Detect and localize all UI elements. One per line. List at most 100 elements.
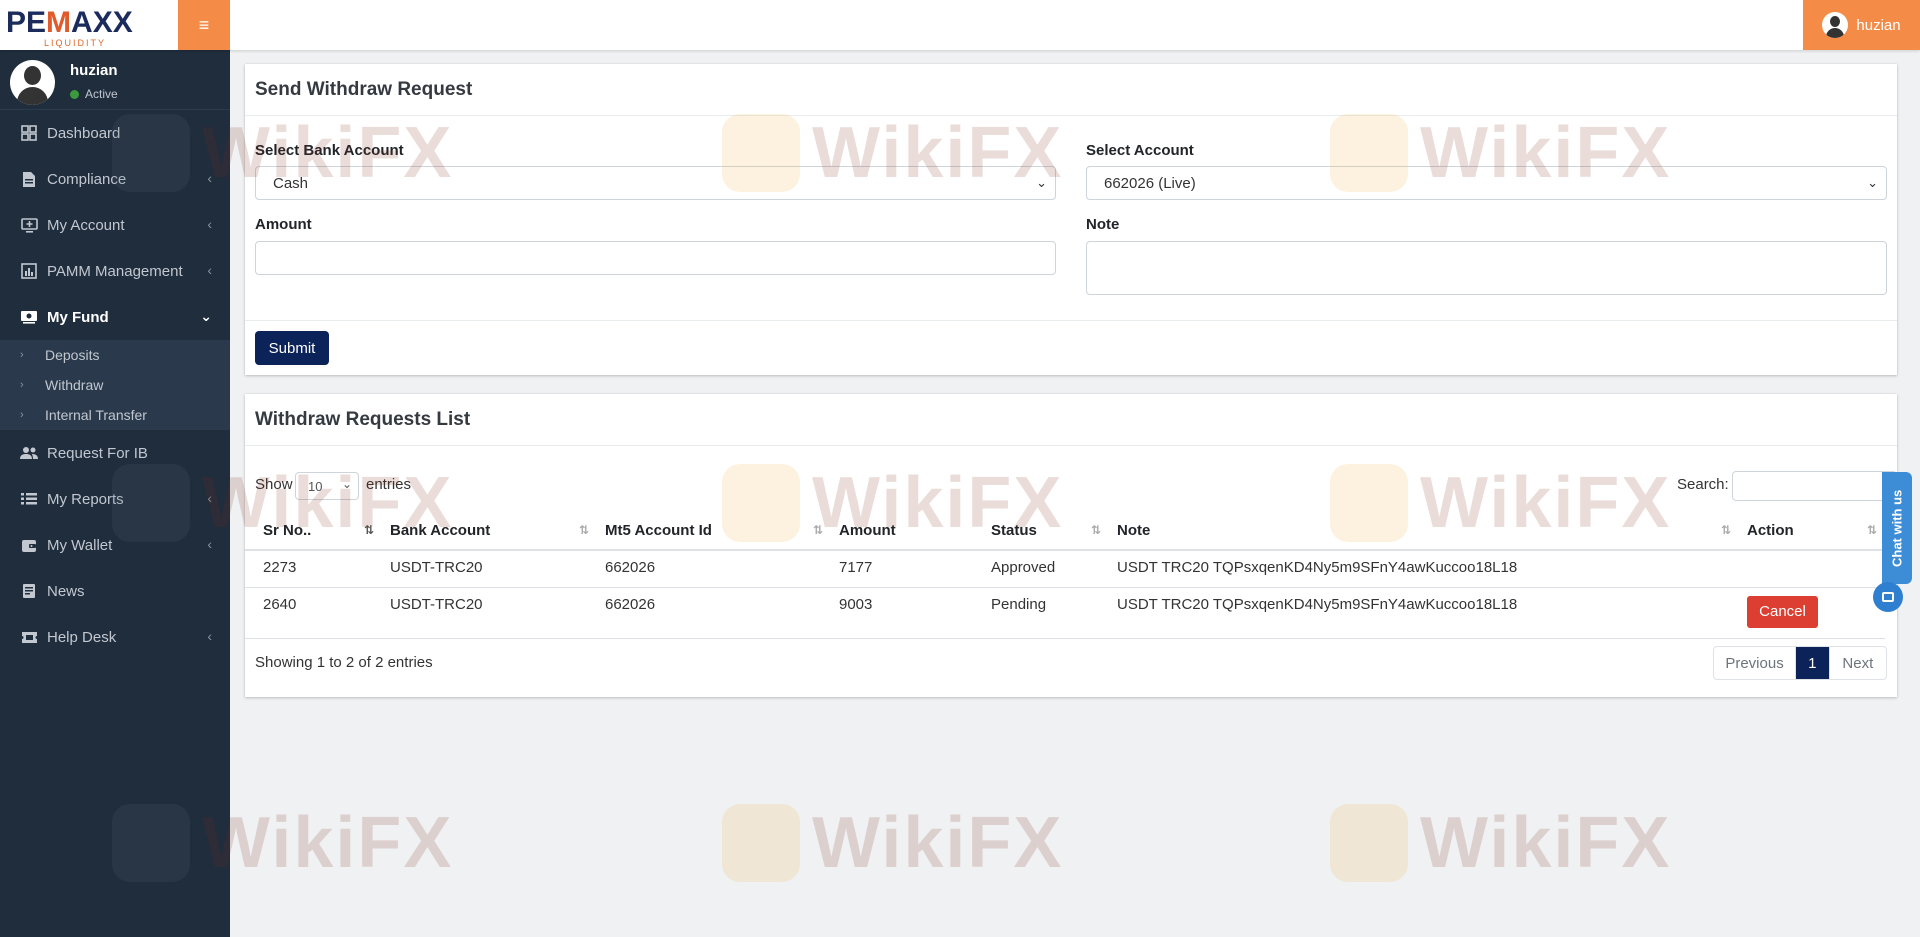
cell-bank: USDT-TRC20 <box>382 550 597 588</box>
chevron-left-icon: ‹ <box>207 170 212 186</box>
status-dot-icon <box>70 89 79 99</box>
withdraw-form-title: Send Withdraw Request <box>255 78 473 100</box>
entries-label: entries <box>366 476 412 493</box>
requests-table: Sr No.. ⇅ Bank Account ⇅ Mt5 Account Id ⇅ A… <box>245 512 1885 639</box>
user-status: Active <box>70 87 118 101</box>
sidebar-item-my-fund[interactable]: My Fund ⌄ <box>0 294 230 340</box>
avatar <box>10 60 55 105</box>
user-panel: huzian Active <box>0 50 230 110</box>
column-bank-account[interactable]: Bank Account ⇅ <box>382 512 597 551</box>
pagination-next[interactable]: Next <box>1830 647 1886 679</box>
sidebar-item-compliance[interactable]: Compliance ‹ <box>0 156 230 202</box>
cell-action <box>1739 550 1885 588</box>
chevron-left-icon: ‹ <box>207 628 212 644</box>
sidebar-item-dashboard[interactable]: Dashboard <box>0 110 230 156</box>
sidebar-item-pamm-management[interactable]: PAMM Management ‹ <box>0 248 230 294</box>
table-row: 2640 USDT-TRC20 662026 9003 Pending USDT… <box>245 587 1885 639</box>
search-label: Search: <box>1677 476 1729 493</box>
search-input[interactable] <box>1732 471 1897 501</box>
chat-bubble-button[interactable] <box>1873 582 1903 612</box>
user-menu-button[interactable]: huzian <box>1803 0 1920 50</box>
account-label: Select Account <box>1086 142 1194 159</box>
submit-button[interactable]: Submit <box>255 331 329 365</box>
watermark: WikiFX <box>722 802 1063 884</box>
cell-amount: 9003 <box>831 587 983 639</box>
menu-toggle-button[interactable]: ≡ <box>178 0 230 50</box>
table-info: Showing 1 to 2 of 2 entries <box>255 654 433 671</box>
cell-sr: 2273 <box>245 550 382 588</box>
column-status[interactable]: Status ⇅ <box>983 512 1109 551</box>
chat-icon <box>1882 592 1894 602</box>
sort-asc-icon: ⇅ <box>363 523 374 537</box>
note-label: Note <box>1086 216 1120 233</box>
watermark: WikiFX <box>1330 802 1671 884</box>
chevron-left-icon: ‹ <box>207 262 212 278</box>
sidebar-item-news[interactable]: News <box>0 568 230 614</box>
chevron-left-icon: ‹ <box>207 216 212 232</box>
brand-logo[interactable]: PEMAXX LIQUIDITY <box>0 0 178 50</box>
withdraw-form-card: Send Withdraw Request Select Bank Accoun… <box>245 64 1897 375</box>
withdraw-requests-card: Withdraw Requests List Show 10 ⌄ entries… <box>245 394 1897 697</box>
sidebar-item-my-reports[interactable]: My Reports ‹ <box>0 476 230 522</box>
pagination-page-1[interactable]: 1 <box>1796 647 1830 679</box>
sidebar-nav: Dashboard Compliance ‹ My Account ‹ PAMM… <box>0 110 230 340</box>
wallet-icon <box>20 537 38 553</box>
account-icon <box>20 217 38 233</box>
cell-sr: 2640 <box>245 587 382 639</box>
table-header-row: Sr No.. ⇅ Bank Account ⇅ Mt5 Account Id ⇅ A… <box>245 512 1885 551</box>
cell-status: Pending <box>983 587 1109 639</box>
sidebar-item-request-for-ib[interactable]: Request For IB <box>0 430 230 476</box>
hamburger-icon: ≡ <box>198 14 210 35</box>
dashboard-icon <box>20 125 38 141</box>
sidebar: huzian Active Dashboard Compliance ‹ My … <box>0 50 230 937</box>
cell-note: USDT TRC20 TQPsxqenKD4Ny5m9SFnY4awKuccoo… <box>1109 587 1739 639</box>
sidebar-nav-lower: Request For IB My Reports ‹ My Wallet ‹ … <box>0 430 230 660</box>
chevron-left-icon: ‹ <box>207 490 212 506</box>
sort-icon: ⇅ <box>1720 523 1731 537</box>
show-label: Show <box>255 476 293 493</box>
sidebar-subitem-withdraw[interactable]: › Withdraw <box>0 370 230 400</box>
column-note[interactable]: Note ⇅ <box>1109 512 1739 551</box>
amount-input[interactable] <box>255 241 1056 275</box>
chevron-down-icon: ⌄ <box>200 308 212 324</box>
cancel-button[interactable]: Cancel <box>1747 595 1818 628</box>
requests-list-title: Withdraw Requests List <box>255 408 471 430</box>
account-select[interactable]: 662026 (Live) ⌄ <box>1086 166 1887 200</box>
page-length-select[interactable]: 10 ⌄ <box>295 472 359 500</box>
column-sr-no[interactable]: Sr No.. ⇅ <box>245 512 382 551</box>
sidebar-item-help-desk[interactable]: Help Desk ‹ <box>0 614 230 660</box>
cell-note: USDT TRC20 TQPsxqenKD4Ny5m9SFnY4awKuccoo… <box>1109 550 1739 588</box>
sidebar-subnav-my-fund: › Deposits › Withdraw › Internal Transfer <box>0 340 230 430</box>
chart-icon <box>20 263 38 279</box>
table-row: 2273 USDT-TRC20 662026 7177 Approved USD… <box>245 550 1885 588</box>
chevron-right-icon: › <box>20 409 24 421</box>
sidebar-subitem-internal-transfer[interactable]: › Internal Transfer <box>0 400 230 430</box>
user-avatar-icon <box>1822 12 1849 38</box>
sort-icon: ⇅ <box>1090 523 1101 537</box>
fund-icon <box>20 309 38 325</box>
cell-mt5: 662026 <box>597 587 831 639</box>
bank-account-label: Select Bank Account <box>255 142 404 159</box>
sort-icon: ⇅ <box>1866 523 1877 537</box>
pagination-previous[interactable]: Previous <box>1714 647 1797 679</box>
chevron-right-icon: › <box>20 349 24 361</box>
sidebar-item-my-wallet[interactable]: My Wallet ‹ <box>0 522 230 568</box>
chevron-right-icon: › <box>20 379 24 391</box>
column-action[interactable]: Action ⇅ <box>1739 512 1885 551</box>
pagination: Previous 1 Next <box>1713 646 1887 680</box>
top-navbar: PEMAXX LIQUIDITY ≡ huzian <box>0 0 1920 50</box>
users-icon <box>20 445 38 461</box>
user-menu-name: huzian <box>1856 16 1901 34</box>
column-mt5-account-id[interactable]: Mt5 Account Id ⇅ <box>597 512 831 551</box>
sidebar-subitem-deposits[interactable]: › Deposits <box>0 340 230 370</box>
bank-account-select[interactable]: Cash ⌄ <box>255 166 1056 200</box>
cell-status: Approved <box>983 550 1109 588</box>
chat-with-us-tab[interactable]: Chat with us <box>1882 472 1912 584</box>
sidebar-item-my-account[interactable]: My Account ‹ <box>0 202 230 248</box>
chevron-down-icon: ⌄ <box>1036 175 1047 190</box>
chevron-left-icon: ‹ <box>207 536 212 552</box>
news-icon <box>20 583 38 599</box>
note-textarea[interactable] <box>1086 241 1887 295</box>
column-amount[interactable]: Amount <box>831 512 983 551</box>
sidebar-user-name: huzian <box>70 62 118 79</box>
